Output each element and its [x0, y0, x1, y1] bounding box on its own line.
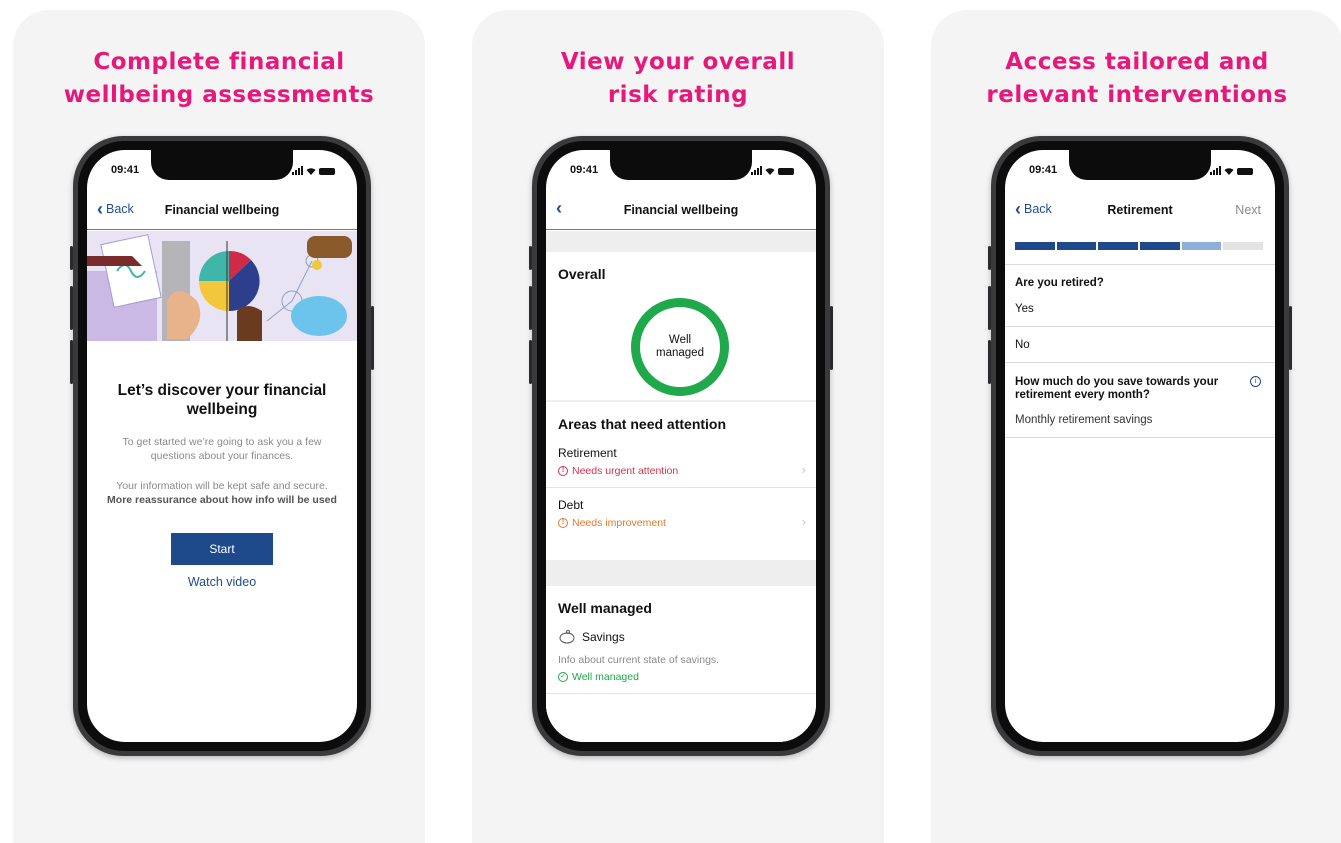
privacy-text: Your information will be kept safe and s… — [87, 479, 357, 507]
phone-mockup: 09:41 ‹ Back Financial wellbeing Let’s d… — [70, 136, 374, 756]
battery-icon — [319, 168, 335, 175]
signal-icon — [292, 166, 303, 175]
signal-icon — [1210, 166, 1221, 175]
wifi-icon — [1224, 168, 1234, 175]
card-title-line-2: risk rating — [607, 82, 749, 108]
progress-bar — [1015, 242, 1264, 250]
nav-bar: ‹ Financial wellbeing — [546, 190, 816, 230]
monthly-savings-field[interactable]: Monthly retirement savings — [1005, 402, 1275, 438]
feature-card-risk-rating: View your overall risk rating 09:41 ‹ Fi… — [472, 10, 884, 843]
phone-notch — [1069, 150, 1211, 180]
wifi-icon — [306, 168, 316, 175]
hero-illustration — [87, 231, 357, 341]
question-label: Are you retired? — [1015, 277, 1104, 289]
item-status: Well managed — [572, 671, 639, 683]
progress-segment — [1181, 242, 1222, 250]
privacy-statement: Your information will be kept safe and s… — [116, 480, 328, 492]
nav-bar: ‹ Back Retirement Next — [1005, 190, 1275, 230]
start-button[interactable]: Start — [171, 533, 273, 565]
intro-heading: Let’s discover your financial wellbeing — [117, 382, 327, 418]
well-managed-heading: Well managed — [558, 600, 652, 616]
progress-segment — [1056, 242, 1097, 250]
card-title-line-1: Complete financial — [93, 49, 345, 75]
question-savings: How much do you save towards your retire… — [1005, 376, 1275, 438]
phone-screen: 09:41 ‹ Financial wellbeing Overall Well… — [546, 150, 816, 742]
privacy-link[interactable]: More reassurance about how info will be … — [107, 494, 337, 506]
status-time: 09:41 — [1029, 164, 1058, 176]
battery-icon — [778, 168, 794, 175]
phone-mockup: 09:41 ‹ Back Retirement Next Are you reti… — [988, 136, 1292, 756]
list-item-savings[interactable]: Savings Info about current state of savi… — [546, 620, 816, 694]
question-retired: Are you retired? Yes No — [1005, 277, 1275, 363]
phone-notch — [151, 150, 293, 180]
nav-title: Financial wellbeing — [623, 203, 739, 217]
signal-icon — [751, 166, 762, 175]
check-circle-icon: ✓ — [558, 672, 568, 682]
item-status: Needs improvement — [572, 517, 666, 529]
item-status: Needs urgent attention — [572, 465, 679, 477]
nav-title: Financial wellbeing — [164, 203, 280, 217]
item-title: Retirement — [558, 446, 617, 460]
rating-line-1: Well — [668, 334, 692, 346]
wifi-icon — [765, 168, 775, 175]
list-item-debt[interactable]: Debt ! Needs improvement › — [546, 488, 816, 539]
watch-video-link[interactable]: Watch video — [87, 575, 357, 589]
card-title: Access tailored and relevant interventio… — [931, 46, 1341, 112]
alert-icon: ! — [558, 466, 568, 476]
progress-segment — [1015, 242, 1055, 250]
feature-card-interventions: Access tailored and relevant interventio… — [931, 10, 1341, 843]
item-title: Savings — [582, 630, 625, 644]
chevron-right-icon: › — [801, 514, 806, 529]
item-description: Info about current state of savings. — [558, 654, 720, 666]
overall-section: Overall Well managed — [546, 252, 816, 400]
nav-bar: ‹ Back Financial wellbeing — [87, 190, 357, 230]
rating-line-2: managed — [656, 347, 704, 359]
piggy-bank-icon — [559, 630, 575, 644]
list-item-retirement[interactable]: Retirement ! Needs urgent attention › — [546, 436, 816, 488]
phone-screen: 09:41 ‹ Back Financial wellbeing Let’s d… — [87, 150, 357, 742]
option-yes[interactable]: Yes — [1005, 291, 1275, 327]
intro-text: To get started we’re going to ask you a … — [122, 436, 322, 462]
overall-rating-ring: Well managed — [631, 298, 729, 396]
chevron-right-icon: › — [801, 462, 806, 477]
progress-segment — [1223, 242, 1264, 250]
next-button[interactable]: Next — [1235, 203, 1261, 217]
card-title-line-2: relevant interventions — [986, 82, 1288, 108]
alert-icon: ! — [558, 518, 568, 528]
question-label: How much do you save towards your retire… — [1015, 376, 1219, 401]
battery-icon — [1237, 168, 1253, 175]
card-title: View your overall risk rating — [472, 46, 884, 112]
card-title-line-1: Access tailored and — [1005, 49, 1269, 75]
phone-mockup: 09:41 ‹ Financial wellbeing Overall Well… — [529, 136, 833, 756]
card-title-line-1: View your overall — [560, 49, 796, 75]
progress-segment — [1140, 242, 1180, 250]
intro-content: Let’s discover your financial wellbeing … — [87, 341, 357, 742]
status-time: 09:41 — [111, 164, 140, 176]
feature-card-assessments: Complete financial wellbeing assessments… — [13, 10, 425, 843]
card-title-line-2: wellbeing assessments — [63, 82, 375, 108]
status-time: 09:41 — [570, 164, 599, 176]
attention-section: Areas that need attention Retirement ! Ne… — [546, 402, 816, 560]
option-no[interactable]: No — [1005, 327, 1275, 363]
phone-screen: 09:41 ‹ Back Retirement Next Are you reti… — [1005, 150, 1275, 742]
progress-segment — [1098, 242, 1139, 250]
overall-heading: Overall — [558, 266, 606, 282]
info-icon[interactable]: i — [1250, 376, 1261, 387]
phone-notch — [610, 150, 752, 180]
attention-heading: Areas that need attention — [558, 416, 727, 432]
item-title: Debt — [558, 498, 584, 512]
card-title: Complete financial wellbeing assessments — [13, 46, 425, 112]
well-managed-section: Well managed Savings Info about current … — [546, 586, 816, 742]
